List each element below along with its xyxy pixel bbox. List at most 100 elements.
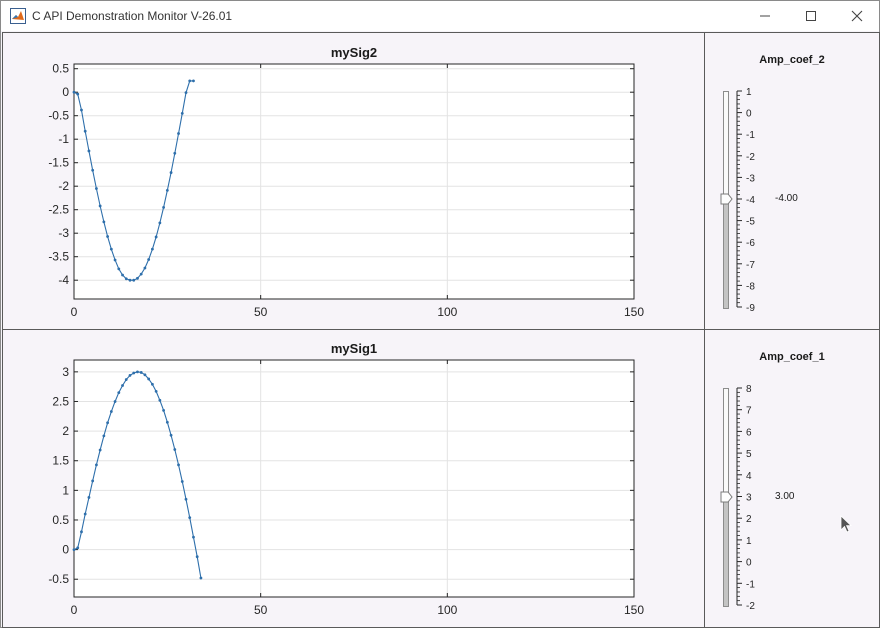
data-point [124, 277, 128, 281]
data-point [128, 374, 132, 377]
y-tick-label: 0 [62, 85, 69, 99]
data-point [80, 530, 83, 534]
plot-axes-mysig2[interactable]: 0 50 100 150 0.5 0 -0.5 -1 -1.5 -2 -2.5 -3 -3.5 -4 myS… [3, 33, 704, 329]
data-point [106, 421, 109, 425]
y-tick-label: -3.5 [48, 250, 69, 264]
data-point [158, 221, 162, 225]
scale-tick-label: -4 [746, 195, 755, 206]
data-point [83, 512, 87, 516]
close-button[interactable] [834, 1, 880, 31]
data-point [162, 408, 166, 412]
scale-tick-label: 5 [746, 449, 752, 460]
y-tick-label: -2.5 [48, 203, 69, 217]
x-tick-label: 100 [437, 603, 457, 617]
slider-label: Amp_coef_1 [759, 351, 825, 363]
data-point [154, 235, 158, 239]
y-tick-label: 1.5 [52, 454, 69, 468]
data-point [143, 266, 147, 270]
chart-title: mySig1 [331, 341, 377, 356]
data-point [109, 410, 113, 413]
x-tick-label: 50 [254, 603, 268, 617]
y-tick-label: 2 [62, 424, 69, 438]
data-point [106, 235, 109, 238]
y-tick-label: -1 [58, 132, 69, 146]
data-point [199, 576, 203, 580]
y-tick-label: -4 [58, 273, 69, 287]
y-tick-label: 3 [62, 365, 69, 379]
data-point [195, 555, 199, 559]
data-point [177, 132, 180, 135]
data-point [180, 111, 184, 115]
scale-tick-label: -6 [746, 238, 755, 249]
data-point [72, 90, 76, 94]
data-point [124, 378, 128, 381]
plot-axes-mysig1[interactable]: 0 50 100 150 3 2.5 2 1.5 1 0.5 0 -0.5 mySig1 [3, 330, 704, 627]
matlab-logo-icon [10, 8, 26, 24]
data-point [147, 258, 151, 261]
scale-tick-label: -5 [746, 217, 755, 228]
scale-tick-label: -7 [746, 260, 755, 271]
data-point [102, 434, 106, 438]
slider-thumb[interactable] [720, 491, 734, 503]
scale-tick-label: -1 [746, 130, 755, 141]
minimize-button[interactable] [742, 1, 788, 31]
data-point [162, 205, 166, 209]
data-point [80, 108, 83, 112]
scale-tick-label: -2 [746, 152, 755, 163]
x-tick-label: 150 [624, 603, 644, 617]
data-point [180, 480, 184, 483]
data-point [139, 371, 143, 374]
data-point [154, 390, 158, 393]
data-point [147, 377, 151, 381]
data-point [83, 129, 87, 133]
window-title: C API Demonstration Monitor V-26.01 [32, 9, 233, 23]
scale-tick-label: 0 [746, 558, 752, 569]
app-window: C API Demonstration Monitor V-26.01 0 50 1… [0, 0, 880, 628]
scale-tick-label: 2 [746, 514, 752, 525]
scale-tick-label: 4 [746, 471, 752, 482]
y-tick-label: -2 [58, 179, 69, 193]
data-point [184, 497, 188, 501]
data-point [151, 382, 154, 386]
slider-thumb[interactable] [720, 193, 734, 205]
slider-value-readout: -4.00 [775, 193, 798, 204]
data-point [91, 479, 95, 483]
data-point [95, 463, 98, 467]
data-point [102, 220, 106, 224]
data-point [158, 398, 162, 402]
scale-tick-label: 1 [746, 87, 752, 98]
slider-value-readout: 3.00 [775, 490, 795, 502]
data-point [109, 247, 113, 251]
data-point [169, 433, 173, 437]
x-tick-label: 0 [71, 305, 78, 319]
data-point [169, 171, 173, 174]
y-tick-label: 0 [62, 543, 69, 557]
maximize-icon [806, 11, 816, 21]
data-point [128, 278, 132, 282]
data-point [117, 391, 121, 394]
scale-tick-label: 7 [746, 406, 752, 417]
chart-title: mySig2 [331, 45, 377, 60]
data-point [95, 187, 98, 190]
data-point [76, 546, 80, 550]
scale-tick-label: -1 [746, 579, 755, 590]
data-point [98, 448, 102, 452]
x-tick-label: 100 [437, 305, 457, 319]
y-tick-label: 0.5 [52, 513, 69, 527]
control-panel-amp-coef-2: Amp_coef_2 1 0 -1 -2 -3 -4 -5 -6 -7 -8 -9 -4.00 [704, 32, 880, 330]
data-point [117, 267, 121, 271]
maximize-button[interactable] [788, 1, 834, 31]
plot-panel-mysig2: 0 50 100 150 0.5 0 -0.5 -1 -1.5 -2 -2.5 -3 -3.5 -4 myS… [2, 32, 705, 330]
data-point [132, 278, 136, 282]
scale-tick-label: 1 [746, 536, 752, 547]
data-point [151, 247, 154, 251]
x-tick-label: 50 [254, 305, 268, 319]
y-tick-label: -0.5 [48, 572, 69, 586]
scale-tick-label: 6 [746, 427, 752, 438]
data-point [177, 463, 180, 467]
data-point [173, 151, 177, 155]
data-point [188, 516, 192, 520]
data-point [188, 79, 192, 83]
data-point [87, 496, 91, 499]
title-bar[interactable]: C API Demonstration Monitor V-26.01 [1, 1, 879, 31]
